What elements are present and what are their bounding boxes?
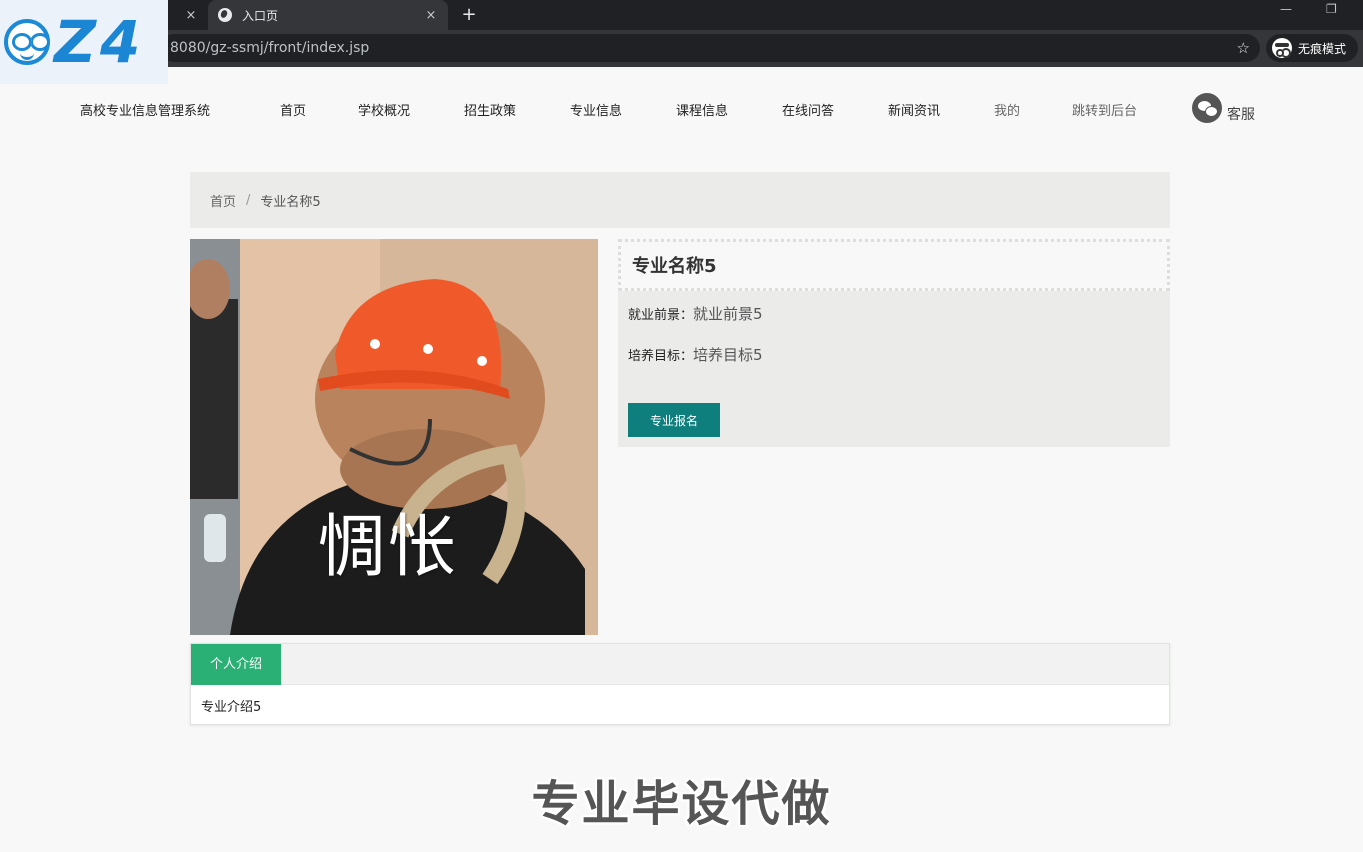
incognito-label: 无痕模式: [1298, 41, 1347, 56]
breadcrumb-home[interactable]: 首页: [210, 191, 236, 210]
incognito-icon: [1272, 38, 1292, 58]
major-detail-panel: 专业名称5 就业前景：就业前景5 培养目标：培养目标5 专业报名: [618, 239, 1170, 447]
tab-strip: × 入口页 × + — ❐: [0, 0, 1363, 30]
site-nav: 高校专业信息管理系统 首页 学校概况 招生政策 专业信息 课程信息 在线问答 新…: [0, 67, 1363, 147]
minimize-window-icon[interactable]: —: [1280, 2, 1292, 16]
nav-item-admin[interactable]: 跳转到后台: [1072, 100, 1137, 119]
globe-icon: [218, 8, 232, 22]
nav-item-news[interactable]: 新闻资讯: [888, 100, 940, 119]
url-text[interactable]: 8080/gz-ssmj/front/index.jsp: [170, 34, 369, 62]
tab-title: 入口页: [242, 8, 279, 23]
tab-personal-intro[interactable]: 个人介绍: [191, 644, 282, 685]
incognito-indicator[interactable]: 无痕模式: [1266, 34, 1358, 62]
intro-tab-panel: 个人介绍 专业介绍5: [190, 643, 1170, 725]
browser-tab-previous[interactable]: ×: [168, 0, 208, 30]
address-bar[interactable]: 8080/gz-ssmj/front/index.jsp ☆: [160, 34, 1260, 62]
breadcrumb: 首页 / 专业名称5: [190, 172, 1170, 228]
photo-caption: 惆怅: [318, 508, 459, 587]
nav-item-major-info[interactable]: 专业信息: [570, 100, 622, 119]
nav-item-school-overview[interactable]: 学校概况: [358, 100, 410, 119]
customer-service-link[interactable]: 客服: [1227, 104, 1255, 124]
nav-item-mine[interactable]: 我的: [994, 100, 1020, 119]
breadcrumb-current: 专业名称5: [260, 194, 321, 210]
nav-item-admission-policy[interactable]: 招生政策: [464, 100, 516, 119]
goal-field: 培养目标：培养目标5: [628, 344, 763, 365]
apply-major-button[interactable]: 专业报名: [628, 403, 720, 437]
prospect-value: 就业前景5: [693, 305, 763, 323]
prospect-label: 就业前景：: [628, 308, 694, 323]
glasses-face-icon: [4, 19, 50, 65]
bookmark-star-icon[interactable]: ☆: [1237, 34, 1250, 62]
wechat-icon[interactable]: [1192, 93, 1222, 123]
major-photo: 惆怅: [190, 239, 598, 635]
intro-tab-bar: 个人介绍: [191, 644, 1169, 685]
restore-window-icon[interactable]: ❐: [1326, 2, 1337, 16]
goal-value: 培养目标5: [693, 346, 763, 364]
goal-label: 培养目标：: [628, 349, 694, 364]
major-title: 专业名称5: [618, 239, 1170, 291]
browser-tab-active[interactable]: 入口页 ×: [208, 0, 448, 30]
new-tab-button[interactable]: +: [458, 4, 480, 26]
breadcrumb-separator: /: [246, 192, 251, 208]
nav-item-online-qa[interactable]: 在线问答: [782, 100, 834, 119]
nav-item-home[interactable]: 首页: [280, 100, 306, 119]
watermark-text: 专业毕设代做: [531, 776, 832, 832]
prospect-field: 就业前景：就业前景5: [628, 303, 763, 324]
intro-content: 专业介绍5: [201, 700, 262, 715]
close-tab-icon[interactable]: ×: [184, 8, 198, 23]
close-tab-icon[interactable]: ×: [424, 8, 438, 23]
logo-text: Z4: [54, 8, 145, 76]
browser-chrome: × 入口页 × + — ❐ 8080/gz-ssmj/front/index.j…: [0, 0, 1363, 67]
site-brand[interactable]: 高校专业信息管理系统: [80, 100, 210, 119]
nav-item-course-info[interactable]: 课程信息: [676, 100, 728, 119]
